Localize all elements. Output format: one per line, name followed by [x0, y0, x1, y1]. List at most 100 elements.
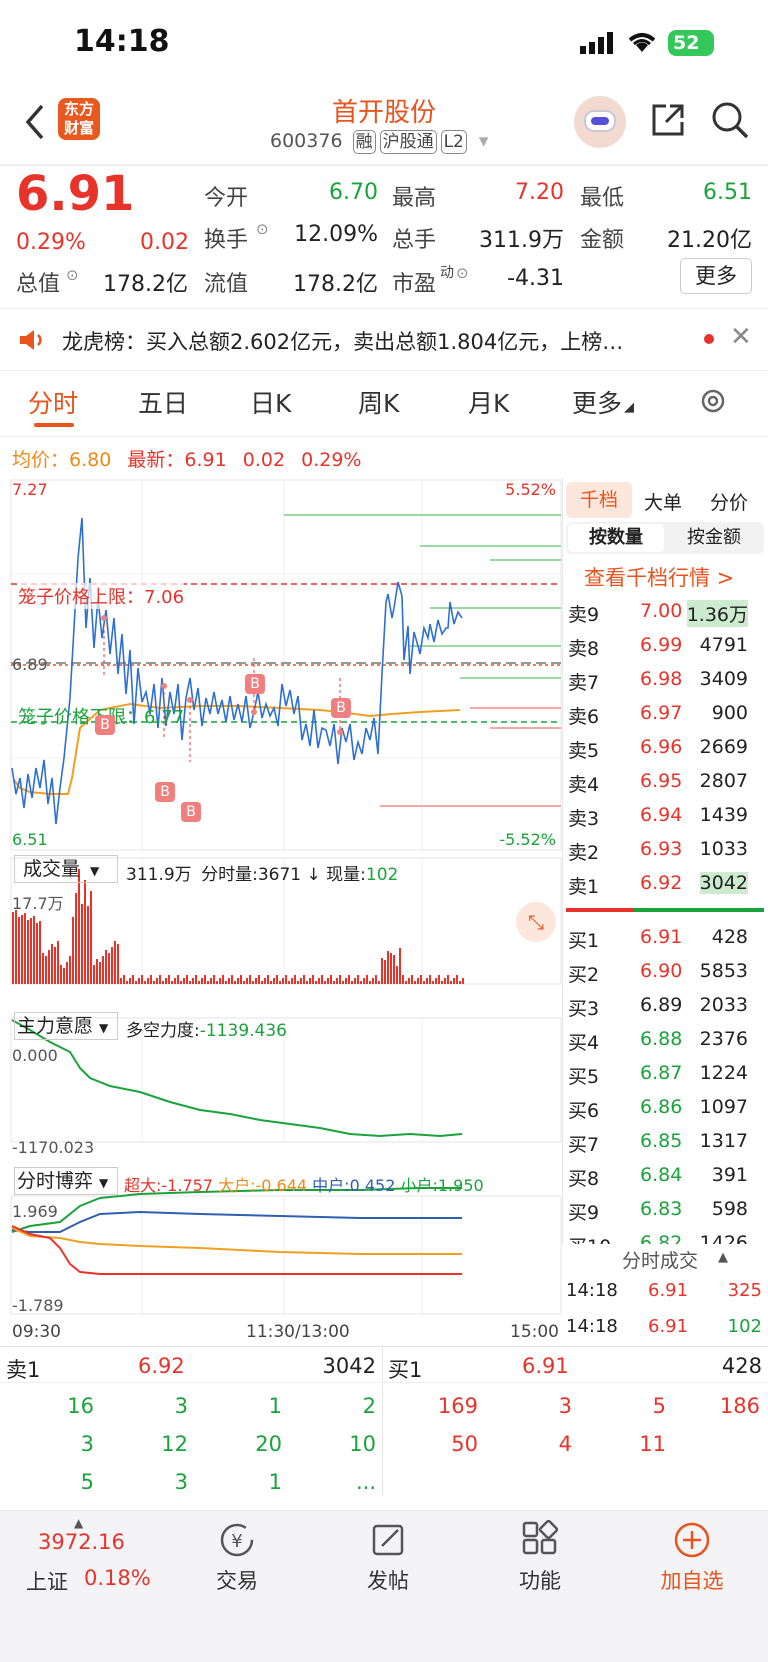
tab-weekly-k[interactable]: 周K [358, 384, 399, 420]
bid-row[interactable]: 买7 6.85 1317 [568, 1126, 768, 1160]
volume-bar [153, 981, 155, 984]
volume-bar [396, 966, 398, 984]
mainforce-bottom: -1170.023 [12, 1138, 95, 1157]
ask-row[interactable]: 卖6 6.97 900 [568, 698, 768, 732]
bid-row[interactable]: 买3 6.89 2033 [568, 990, 768, 1024]
latest-value: 6.91 [184, 449, 227, 471]
volume-bar [432, 981, 434, 984]
tab-intraday[interactable]: 分时 [28, 384, 78, 420]
volume-bar [372, 978, 374, 984]
close-icon[interactable]: ✕ [730, 322, 752, 352]
trade-icon[interactable]: ¥ [217, 1520, 257, 1560]
ask-row[interactable]: 卖2 6.93 1033 [568, 834, 768, 868]
volume-bar [180, 981, 182, 984]
buy-marker[interactable]: B [155, 782, 175, 802]
more-button[interactable]: 更多 [680, 258, 752, 294]
battery-icon: 52 [668, 30, 714, 56]
app-logo[interactable]: 东方 财富 [58, 98, 100, 140]
post-icon[interactable] [368, 1520, 408, 1560]
search-icon[interactable] [710, 100, 750, 140]
nav-post[interactable]: 发帖 [343, 1565, 433, 1595]
volume-bar [36, 923, 38, 984]
assistant-avatar-icon[interactable] [574, 96, 626, 148]
bid-row[interactable]: 买1 6.91 428 [568, 922, 768, 956]
game-selector[interactable]: 分时博弈 ▼ [14, 1167, 118, 1195]
bid-row[interactable]: 买9 6.83 598 [568, 1194, 768, 1228]
toggle-by-amount[interactable]: 按金额 [666, 524, 762, 552]
volume-bar [291, 978, 293, 984]
nav-add-watchlist[interactable]: 加自选 [647, 1565, 737, 1595]
volume-selector[interactable]: 成交量 ▼ [14, 855, 118, 883]
tab-depth[interactable]: 千档 [566, 482, 632, 518]
bid-level: 买8 [568, 1168, 600, 1190]
mainforce-top: 0.000 [12, 1046, 58, 1065]
buy-marker[interactable]: B [331, 698, 351, 718]
notice-text[interactable]: 龙虎榜：买入总额2.602亿元，卖出总额1.804亿元，上榜… [62, 326, 623, 356]
ask-volume: 3042 [699, 872, 748, 894]
toggle-by-quantity[interactable]: 按数量 [568, 524, 664, 552]
ask-volume: 2807 [699, 770, 748, 792]
buy-marker[interactable]: B [245, 674, 265, 694]
ask-row[interactable]: 卖8 6.99 4791 [568, 630, 768, 664]
volume-bar [267, 975, 269, 984]
ticks-title[interactable]: 分时成交 [622, 1246, 698, 1273]
buy-marker[interactable]: B [95, 715, 115, 735]
bid-row[interactable]: 买5 6.87 1224 [568, 1058, 768, 1092]
ask-row[interactable]: 卖3 6.94 1439 [568, 800, 768, 834]
tab-more[interactable]: 更多 [572, 384, 622, 420]
logo-text-top: 东方 [63, 100, 94, 118]
bid-row[interactable]: 买6 6.86 1097 [568, 1092, 768, 1126]
functions-icon[interactable] [520, 1520, 560, 1560]
bid-volume: 1224 [699, 1062, 748, 1084]
tab-price-split[interactable]: 分价 [710, 488, 748, 515]
volume-bar [51, 944, 53, 984]
small-value: 1.950 [437, 1176, 484, 1195]
volume-bar [324, 981, 326, 984]
bid-level: 买6 [568, 1100, 600, 1122]
info-icon[interactable]: ⊙ [66, 266, 79, 284]
stock-name[interactable]: 首开股份 [284, 92, 484, 129]
nav-trade[interactable]: 交易 [192, 1565, 282, 1595]
volume-bar [228, 978, 230, 984]
tab-daily-k[interactable]: 日K [250, 384, 291, 420]
super-value: -1.757 [161, 1176, 213, 1195]
index-value[interactable]: 3972.16 [38, 1530, 125, 1554]
index-name[interactable]: 上证 [26, 1566, 68, 1596]
share-icon[interactable] [648, 100, 688, 140]
game-top: 1.969 [12, 1202, 58, 1221]
ask-row[interactable]: 卖1 6.92 3042 [568, 868, 768, 902]
bid-row[interactable]: 买8 6.84 391 [568, 1160, 768, 1194]
nav-functions[interactable]: 功能 [495, 1565, 585, 1595]
dropdown-icon[interactable]: ▾ [479, 130, 489, 152]
volume-bar [279, 981, 281, 984]
speaker-icon [20, 330, 42, 350]
ask-row[interactable]: 卖4 6.95 2807 [568, 766, 768, 800]
ask-row[interactable]: 卖7 6.98 3409 [568, 664, 768, 698]
bid-row[interactable]: 买4 6.88 2376 [568, 1024, 768, 1058]
tick-price: 6.91 [648, 1316, 689, 1337]
ask-row[interactable]: 卖5 6.96 2669 [568, 732, 768, 766]
ask-volume: 900 [711, 702, 748, 724]
expand-icon[interactable]: ⤡ [516, 902, 556, 942]
depth-link[interactable]: 查看千档行情 > [584, 562, 734, 592]
tab-big-order[interactable]: 大单 [644, 488, 682, 515]
tab-five-day[interactable]: 五日 [138, 384, 188, 420]
index-pct[interactable]: 0.18% [84, 1566, 151, 1590]
tab-monthly-k[interactable]: 月K [468, 384, 509, 420]
volume-bar [288, 981, 290, 984]
add-watchlist-icon[interactable] [672, 1520, 712, 1560]
bid-row[interactable]: 买2 6.90 5853 [568, 956, 768, 990]
tag-l2: L2 [440, 130, 467, 154]
mainforce-selector[interactable]: 主力意愿 ▼ [14, 1012, 118, 1040]
buy-marker[interactable]: B [181, 802, 201, 822]
queue-bid-cell: 3 [558, 1394, 572, 1418]
queue-ask-cell: 20 [255, 1432, 282, 1456]
volume-bar [351, 981, 353, 984]
bid-volume: 428 [711, 926, 748, 948]
ask-row[interactable]: 卖9 7.00 1.36万 [568, 596, 768, 630]
info-icon[interactable]: ⊙ [256, 220, 269, 238]
mid-investor-line [11, 1210, 462, 1233]
back-icon[interactable] [22, 102, 46, 142]
info-icon[interactable]: ⊙ [456, 264, 469, 282]
settings-icon[interactable] [698, 386, 728, 416]
